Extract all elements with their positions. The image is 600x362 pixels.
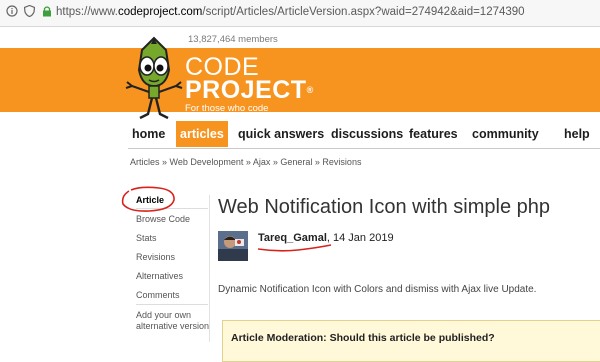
shield-icon[interactable] — [24, 5, 35, 17]
red-underline-annotation — [258, 244, 332, 252]
sidebar-divider-vertical — [209, 195, 210, 342]
brand-line-project: PROJECT® — [185, 76, 314, 104]
sidebar-item-browse-code[interactable]: Browse Code — [136, 214, 190, 224]
article-title: Web Notification Icon with simple php — [218, 196, 551, 218]
sidebar-item-revisions[interactable]: Revisions — [136, 252, 175, 262]
sidebar-divider — [136, 304, 208, 305]
article-summary: Dynamic Notification Icon with Colors an… — [218, 284, 537, 295]
sidebar-add-alternative-line1[interactable]: Add your own — [136, 310, 191, 320]
codeproject-wordmark[interactable]: CODE PROJECT® For those who code — [185, 53, 314, 115]
members-count: 13,827,464 members — [188, 34, 278, 45]
nav-help[interactable]: help — [560, 121, 594, 147]
article-date: , 14 Jan 2019 — [326, 232, 394, 244]
url-text[interactable]: https://www.codeproject.com/script/Artic… — [56, 6, 525, 18]
lock-icon[interactable] — [41, 5, 53, 17]
brand-tagline: For those who code — [185, 103, 269, 114]
brand-line-code: CODE — [185, 53, 260, 81]
nav-community[interactable]: community — [468, 121, 543, 147]
nav-features[interactable]: features — [405, 121, 462, 147]
moderation-box: Article Moderation: Should this article … — [222, 320, 600, 362]
nav-quick-answers[interactable]: quick answers — [234, 121, 328, 147]
nav-discussions[interactable]: discussions — [327, 121, 407, 147]
author-link[interactable]: Tareq_Gamal — [258, 232, 327, 244]
main-nav: home articles quick answers discussions … — [128, 121, 600, 149]
bob-mascot-logo[interactable] — [124, 36, 184, 122]
sidebar-add-alternative-line2[interactable]: alternative version — [136, 321, 209, 331]
sidebar-item-stats[interactable]: Stats — [136, 233, 157, 243]
nav-home[interactable]: home — [128, 121, 169, 147]
breadcrumb[interactable]: Articles » Web Development » Ajax » Gene… — [130, 157, 361, 167]
info-icon[interactable] — [6, 5, 18, 17]
address-bar-icons — [6, 5, 53, 17]
nav-articles[interactable]: articles — [176, 121, 228, 147]
sidebar-item-comments[interactable]: Comments — [136, 290, 180, 300]
author-avatar[interactable] — [218, 231, 248, 261]
sidebar-item-alternatives[interactable]: Alternatives — [136, 271, 183, 281]
moderation-heading: Article Moderation: Should this article … — [231, 332, 495, 344]
article-byline: Tareq_Gamal, 14 Jan 2019 — [258, 232, 394, 244]
browser-address-bar[interactable]: https://www.codeproject.com/script/Artic… — [0, 0, 600, 27]
red-circle-annotation — [121, 186, 175, 212]
